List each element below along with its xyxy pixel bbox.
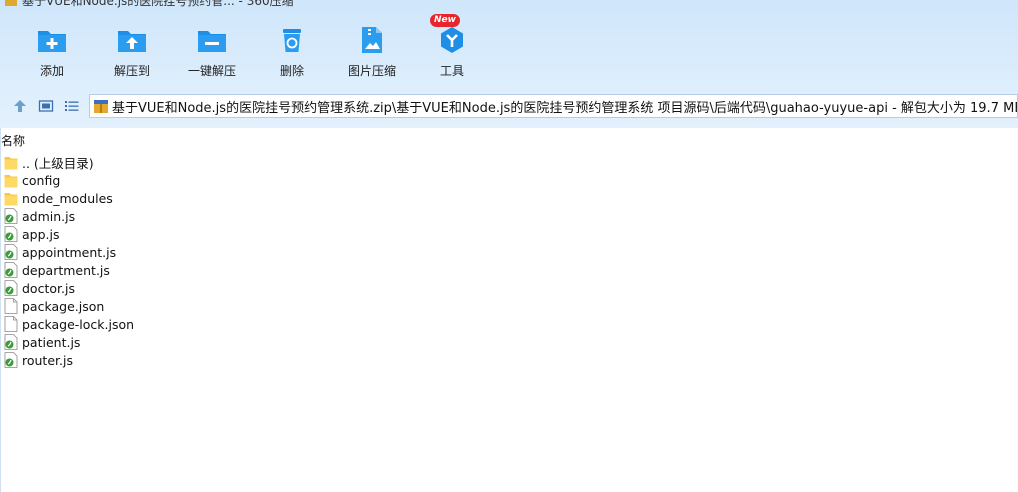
window-title: 基于VUE和Node.js的医院挂号预约管... - 360压缩 [22, 0, 294, 8]
javascript-file-icon [4, 262, 18, 278]
delete-label: 删除 [279, 64, 304, 78]
file-row[interactable]: department.js [4, 261, 134, 279]
file-list: .. (上级目录) config node_modules admin.js app.j… [4, 153, 134, 369]
tools-icon [441, 27, 463, 53]
title-bar: 基于VUE和Node.js的医院挂号预约管... - 360压缩 [0, 0, 600, 9]
file-row[interactable]: node_modules [4, 189, 134, 207]
file-name: router.js [22, 352, 73, 368]
extract-to-button[interactable]: 解压到 [92, 20, 172, 82]
file-row[interactable]: app.js [4, 225, 134, 243]
file-list-pane: 名称 .. (上级目录) config node_modules admin.js ap… [0, 128, 1018, 492]
file-row[interactable]: patient.js [4, 333, 134, 351]
list-view-icon[interactable] [64, 98, 80, 114]
extract-to-label: 解压到 [113, 64, 150, 78]
javascript-file-icon [4, 208, 18, 224]
one-click-extract-label: 一键解压 [187, 64, 236, 78]
address-bar[interactable]: 基于VUE和Node.js的医院挂号预约管理系统.zip\基于VUE和Node.… [89, 94, 1018, 118]
file-name: package-lock.json [22, 316, 135, 332]
thumbnail-view-icon[interactable] [38, 98, 54, 114]
current-path: 基于VUE和Node.js的医院挂号预约管理系统.zip\基于VUE和Node.… [112, 100, 1018, 116]
json-file-icon [4, 298, 18, 314]
file-name: node_modules [22, 190, 113, 206]
file-name: package.json [22, 298, 105, 314]
delete-button[interactable]: 删除 [252, 20, 332, 82]
file-row[interactable]: router.js [4, 351, 134, 369]
file-name: .. (上级目录) [22, 155, 94, 171]
file-row[interactable]: doctor.js [4, 279, 134, 297]
javascript-file-icon [4, 352, 18, 368]
file-name: department.js [22, 262, 110, 278]
file-row[interactable]: appointment.js [4, 243, 134, 261]
name-column-header[interactable]: 名称 [1, 132, 25, 149]
folder-icon [4, 193, 18, 206]
folder-icon [4, 175, 18, 188]
one-click-extract-button[interactable]: 一键解压 [172, 20, 252, 82]
file-name: doctor.js [22, 280, 75, 296]
app-logo-icon [5, 0, 17, 6]
one-click-extract-icon [198, 31, 226, 52]
file-row[interactable]: config [4, 171, 134, 189]
file-name: patient.js [22, 334, 81, 350]
navigation-bar: 基于VUE和Node.js的医院挂号预约管理系统.zip\基于VUE和Node.… [0, 92, 1018, 120]
javascript-file-icon [4, 226, 18, 242]
javascript-file-icon [4, 280, 18, 296]
file-row[interactable]: package-lock.json [4, 315, 134, 333]
new-badge: New [430, 14, 460, 27]
file-name: app.js [22, 226, 60, 242]
up-arrow-icon[interactable] [12, 98, 28, 114]
extract-to-icon [118, 31, 146, 52]
image-compress-button[interactable]: 图片压缩 [332, 20, 412, 82]
image-compress-label: 图片压缩 [347, 64, 396, 78]
add-button[interactable]: 添加 [12, 20, 92, 82]
add-folder-icon [38, 31, 66, 52]
json-file-icon [4, 316, 18, 332]
folder-icon [4, 157, 18, 170]
delete-icon [283, 29, 301, 52]
file-row[interactable]: package.json [4, 297, 134, 315]
add-label: 添加 [39, 64, 64, 78]
javascript-file-icon [4, 334, 18, 350]
header-area: 基于VUE和Node.js的医院挂号预约管... - 360压缩 添加 解压到 [0, 0, 1018, 128]
image-compress-icon [362, 27, 382, 53]
tools-button[interactable]: New 工具 [412, 14, 492, 82]
file-name: config [22, 172, 61, 188]
file-row[interactable]: .. (上级目录) [4, 153, 134, 171]
zip-archive-icon [94, 100, 108, 113]
tools-label: 工具 [439, 64, 464, 78]
file-row[interactable]: admin.js [4, 207, 134, 225]
file-name: admin.js [22, 208, 76, 224]
javascript-file-icon [4, 244, 18, 260]
file-name: appointment.js [22, 244, 117, 260]
